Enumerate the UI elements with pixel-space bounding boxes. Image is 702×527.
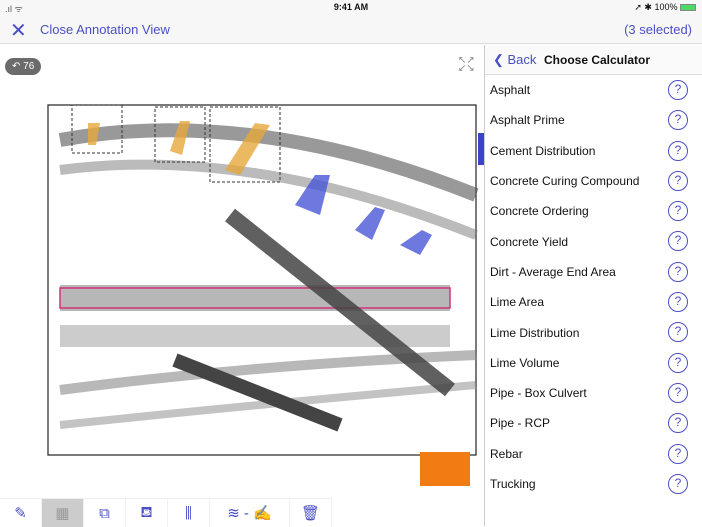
calculator-panel: ❮ Back Choose Calculator Asphalt? Asphalt… xyxy=(484,45,702,526)
calculator-item-label: Concrete Curing Compound xyxy=(490,174,640,189)
calculator-item[interactable]: Concrete Yield? xyxy=(485,226,702,256)
expand-icon[interactable]: ↖↗ ↙↘ xyxy=(458,56,475,74)
close-icon[interactable]: ✕ xyxy=(10,18,27,43)
orange-annotation-marker[interactable] xyxy=(420,452,470,486)
panel-title: Choose Calculator xyxy=(544,53,651,67)
calculator-item[interactable]: Asphalt Prime? xyxy=(485,105,702,135)
help-icon[interactable]: ? xyxy=(668,261,688,282)
calculator-item[interactable]: Concrete Ordering? xyxy=(485,196,702,226)
help-icon[interactable]: ? xyxy=(668,352,688,373)
help-icon[interactable]: ? xyxy=(668,140,688,161)
badge-count: 76 xyxy=(23,61,35,72)
edit-note-icon[interactable]: ✍ xyxy=(253,504,272,522)
nav-bar: ✕ Close Annotation View (3 selected) xyxy=(0,14,702,44)
sliders-icon[interactable]: ⫼ xyxy=(168,499,210,527)
drawing-canvas[interactable]: ↶ 76 ↖↗ ↙↘ xyxy=(0,45,484,498)
help-icon[interactable]: ? xyxy=(668,322,688,343)
help-icon[interactable]: ? xyxy=(668,80,688,100)
calculator-item[interactable]: Concrete Curing Compound? xyxy=(485,166,702,196)
calculator-item[interactable]: Asphalt? xyxy=(485,75,702,105)
battery-percent: 100% xyxy=(654,2,678,12)
calculator-item[interactable]: Lime Distribution? xyxy=(485,317,702,347)
calculator-item[interactable]: Dirt - Average End Area? xyxy=(485,257,702,287)
calculator-item-label: Cement Distribution xyxy=(490,143,596,158)
battery-indicator: ➚ ✱ 100% xyxy=(634,2,696,13)
calculator-item[interactable]: Cement Distribution? xyxy=(485,136,702,166)
close-annotation-button[interactable]: Close Annotation View xyxy=(40,22,170,37)
help-icon[interactable]: ? xyxy=(668,292,688,313)
help-icon[interactable]: ? xyxy=(668,201,688,222)
calculator-item-label: Pipe - RCP xyxy=(490,416,551,431)
calculator-item[interactable]: Lime Volume? xyxy=(485,348,702,378)
add-copy-icon[interactable]: ⧉ xyxy=(84,499,126,527)
selection-count: (3 selected) xyxy=(624,22,692,37)
calculator-item[interactable]: Lime Area? xyxy=(485,287,702,317)
calculator-item-label: Asphalt Prime xyxy=(490,113,565,128)
calculator-item[interactable]: Pipe - RCP? xyxy=(485,408,702,438)
layers-icon[interactable]: ≋ xyxy=(227,504,240,522)
calculator-item-label: Rebar xyxy=(490,446,523,461)
status-bar: .ıl ᯤ 9:41 AM ➚ ✱ 100% xyxy=(0,0,702,14)
trash-icon[interactable]: 🗑 xyxy=(290,499,332,527)
calculator-item-label: Asphalt xyxy=(490,83,531,98)
annotation-count-badge[interactable]: ↶ 76 xyxy=(5,58,42,75)
help-icon[interactable]: ? xyxy=(668,382,688,403)
help-icon[interactable]: ? xyxy=(668,473,688,494)
calculator-item-label: Concrete Ordering xyxy=(490,204,589,219)
calculator-item-label: Pipe - Box Culvert xyxy=(490,386,587,401)
help-icon[interactable]: ? xyxy=(668,231,688,252)
paint-bucket-icon[interactable]: ⛾ xyxy=(126,499,168,527)
help-icon[interactable]: ? xyxy=(668,170,688,191)
layers-edit-group[interactable]: ≋ - ✍ xyxy=(210,499,290,527)
calculator-item-label: Lime Distribution xyxy=(490,325,580,340)
calculator-icon[interactable]: ▦ xyxy=(42,499,84,527)
calculator-item-label: Dirt - Average End Area xyxy=(490,264,616,279)
help-icon[interactable]: ? xyxy=(668,443,688,464)
annotation-toolbar: ✎ ▦ ⧉ ⛾ ⫼ ≋ - ✍ 🗑 xyxy=(0,498,332,527)
calculator-item[interactable]: Trucking? xyxy=(485,469,702,499)
ruler-icon[interactable]: ✎ xyxy=(0,499,42,527)
calculator-item-label: Concrete Yield xyxy=(490,234,569,249)
panel-header: ❮ Back Choose Calculator xyxy=(485,45,702,75)
help-icon[interactable]: ? xyxy=(668,413,688,434)
calculator-item-label: Trucking xyxy=(490,477,536,491)
back-button[interactable]: ❮ Back xyxy=(493,52,536,68)
clock: 9:41 AM xyxy=(333,2,369,12)
help-icon[interactable]: ? xyxy=(668,110,688,131)
calculator-item-label: Lime Area xyxy=(490,295,545,310)
battery-icon xyxy=(680,4,696,12)
back-label: Back xyxy=(507,52,537,67)
calculator-item[interactable]: Pipe - Box Culvert? xyxy=(485,378,702,408)
plan-drawing xyxy=(47,104,479,456)
calculator-item-label: Lime Volume xyxy=(490,355,560,370)
calculator-item[interactable]: Rebar? xyxy=(485,439,702,469)
